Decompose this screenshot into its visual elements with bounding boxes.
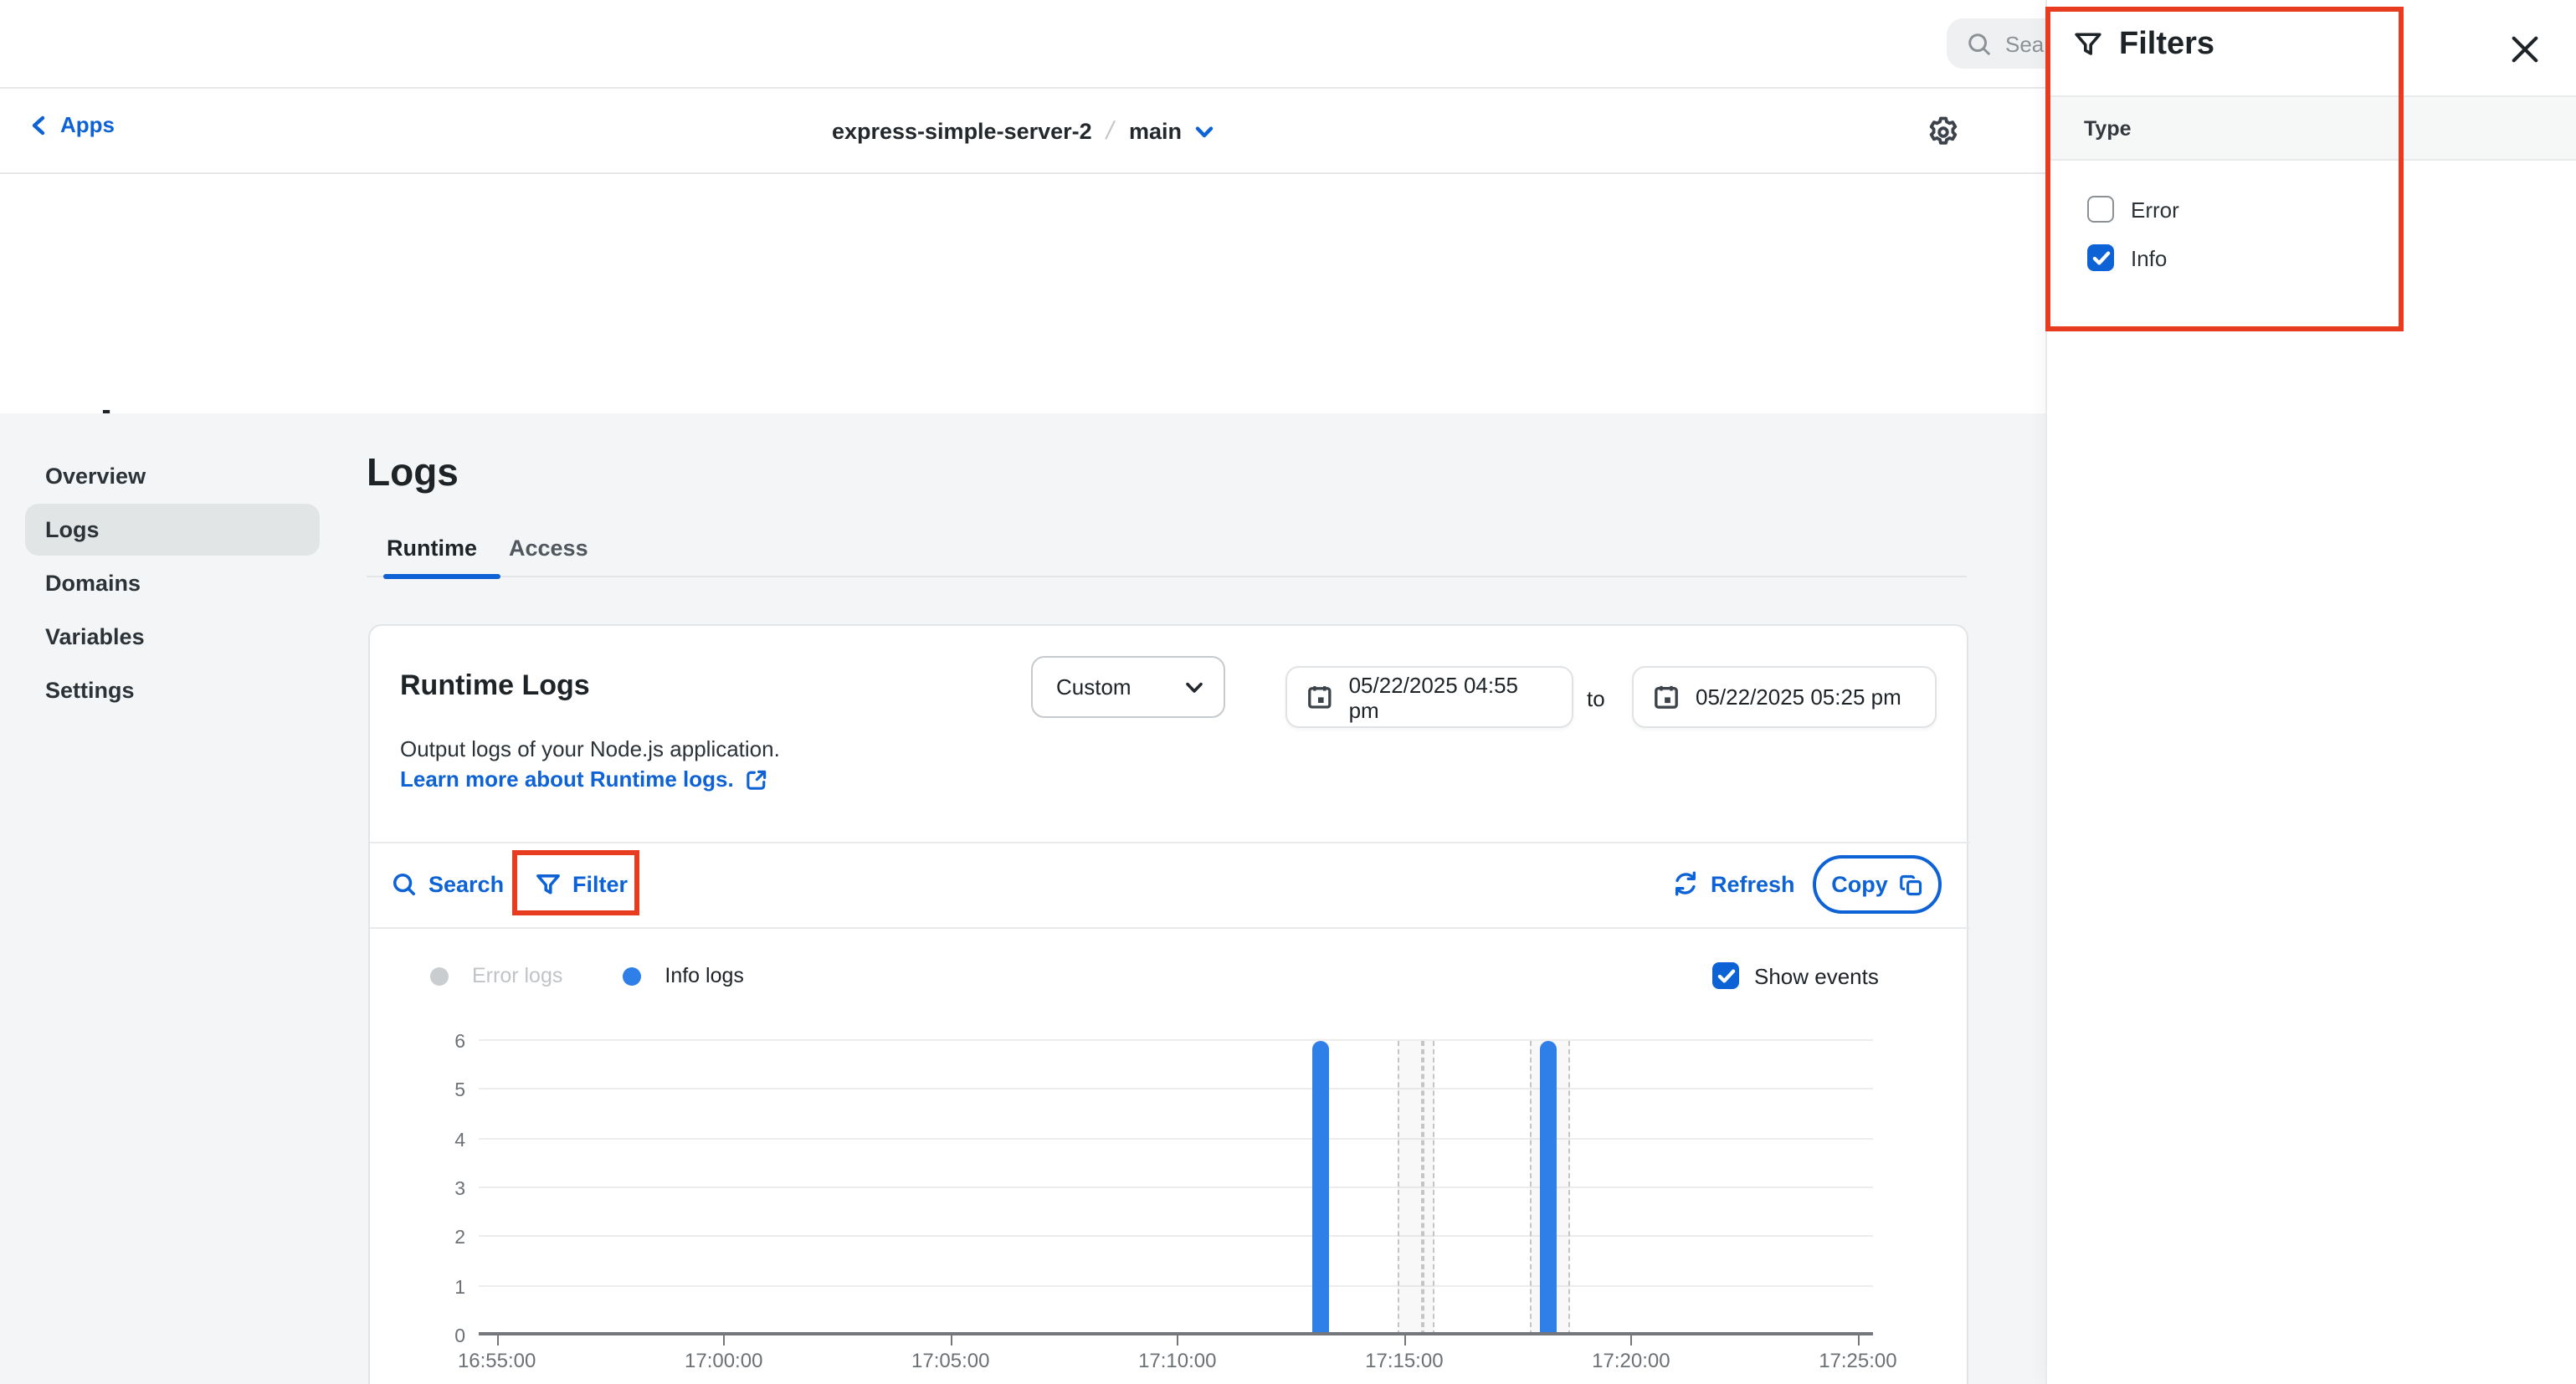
x-axis-line xyxy=(479,1332,1873,1335)
learn-more-link[interactable]: Learn more about Runtime logs. xyxy=(400,766,769,792)
card-title: Runtime Logs xyxy=(400,669,590,703)
refresh-icon xyxy=(1672,870,1699,897)
x-axis-tick xyxy=(724,1335,726,1346)
x-axis-label: 17:05:00 xyxy=(911,1349,989,1372)
check-icon xyxy=(1716,968,1735,983)
external-link-icon xyxy=(746,767,769,791)
date-range-to-label: to xyxy=(1587,686,1605,711)
x-axis-label: 17:15:00 xyxy=(1365,1349,1443,1372)
date-to-input[interactable]: 05/22/2025 05:25 pm xyxy=(1632,666,1937,728)
info-checkbox[interactable] xyxy=(2087,244,2114,271)
x-axis-tick xyxy=(497,1335,499,1346)
close-icon xyxy=(2509,33,2541,64)
x-axis-tick xyxy=(1178,1335,1179,1346)
chevron-down-icon xyxy=(1185,680,1203,694)
chevron-down-icon xyxy=(1195,125,1214,138)
event-window xyxy=(1423,1041,1434,1335)
error-checkbox[interactable] xyxy=(2087,196,2114,223)
sidebar-item-domains[interactable]: Domains xyxy=(25,557,320,609)
error-logs-legend-label[interactable]: Error logs xyxy=(472,964,562,987)
y-axis-label: 6 xyxy=(435,1033,465,1053)
tab-access[interactable]: Access xyxy=(509,519,588,576)
filter-funnel-icon xyxy=(536,873,561,896)
info-logs-legend-label[interactable]: Info logs xyxy=(665,964,744,987)
y-axis-label: 0 xyxy=(435,1327,465,1347)
y-axis-label: 1 xyxy=(435,1278,465,1298)
card-divider xyxy=(370,927,1970,929)
x-axis-label: 17:25:00 xyxy=(1819,1349,1896,1372)
copy-icon xyxy=(1900,873,1923,896)
y-gridline xyxy=(479,1137,1873,1139)
page-title: Logs xyxy=(367,450,459,495)
y-axis-label: 4 xyxy=(435,1130,465,1151)
breadcrumb: express-simple-server-2 / main xyxy=(0,89,2045,174)
event-window xyxy=(1398,1041,1423,1335)
chart-plot-area: 012345616:55:0017:00:0017:05:0017:10:001… xyxy=(479,1041,1873,1335)
y-gridline xyxy=(479,1039,1873,1041)
filter-option-info[interactable]: Info xyxy=(2087,244,2167,271)
environment-selector[interactable]: main xyxy=(1129,119,1214,144)
log-count-bar xyxy=(1312,1041,1329,1335)
refresh-button[interactable]: Refresh xyxy=(1672,870,1795,897)
search-icon xyxy=(392,872,417,897)
filter-option-error[interactable]: Error xyxy=(2087,196,2179,223)
copy-logs-button[interactable]: Copy xyxy=(1813,855,1942,914)
log-count-bar xyxy=(1540,1041,1557,1335)
card-subtitle: Output logs of your Node.js application. xyxy=(400,736,780,761)
card-divider xyxy=(370,842,1970,843)
filter-section-type: Type xyxy=(2047,95,2576,161)
app-window: Sea Apps express-simple-server-2 / main … xyxy=(0,0,2576,1384)
x-axis-label: 17:10:00 xyxy=(1138,1349,1216,1372)
runtime-logs-card: Runtime Logs Output logs of your Node.js… xyxy=(368,624,1968,1384)
y-gridline xyxy=(479,1187,1873,1188)
show-events-toggle[interactable]: Show events xyxy=(1712,962,1879,989)
close-filters-button[interactable] xyxy=(2509,32,2543,65)
date-range-preset-select[interactable]: Custom xyxy=(1031,656,1225,718)
x-axis-label: 16:55:00 xyxy=(458,1349,536,1372)
date-from-input[interactable]: 05/22/2025 04:55 pm xyxy=(1285,666,1573,728)
x-axis-tick xyxy=(1404,1335,1406,1346)
check-icon xyxy=(2091,250,2110,265)
y-axis-label: 3 xyxy=(435,1180,465,1200)
x-axis-tick xyxy=(951,1335,952,1346)
show-events-checkbox[interactable] xyxy=(1712,962,1739,989)
tab-runtime[interactable]: Runtime xyxy=(387,519,477,576)
runtime-logs-chart: 012345616:55:0017:00:0017:05:0017:10:001… xyxy=(479,1041,1873,1335)
x-axis-label: 17:00:00 xyxy=(685,1349,762,1372)
breadcrumb-separator: / xyxy=(1104,117,1117,146)
y-axis-label: 5 xyxy=(435,1082,465,1102)
sidebar-nav: Overview Logs Domains Variables Settings xyxy=(25,450,320,718)
x-axis-tick xyxy=(1631,1335,1633,1346)
sidebar-item-variables[interactable]: Variables xyxy=(25,611,320,663)
sidebar-item-settings[interactable]: Settings xyxy=(25,664,320,716)
calendar-icon xyxy=(1654,684,1679,710)
calendar-icon xyxy=(1307,684,1332,710)
error-logs-legend-dot[interactable] xyxy=(430,966,449,985)
log-search-button[interactable]: Search xyxy=(392,872,504,897)
x-axis-label: 17:20:00 xyxy=(1592,1349,1670,1372)
logs-tabs: Runtime Access xyxy=(367,519,1967,577)
sidebar-item-logs[interactable]: Logs xyxy=(25,504,320,556)
active-tab-underline xyxy=(383,574,500,579)
info-logs-legend-dot[interactable] xyxy=(623,966,641,985)
log-filter-button[interactable]: Filter xyxy=(536,872,628,897)
filters-panel: Filters Type Error Info xyxy=(2045,0,2576,1384)
filter-funnel-icon xyxy=(2074,32,2102,59)
x-axis-tick xyxy=(1858,1335,1860,1346)
search-placeholder: Sea xyxy=(2005,31,2044,56)
y-axis-label: 2 xyxy=(435,1229,465,1249)
y-gridline xyxy=(479,1284,1873,1286)
breadcrumb-app-name[interactable]: express-simple-server-2 xyxy=(832,119,1092,144)
filters-panel-header: Filters xyxy=(2047,0,2576,95)
chart-legend: Error logs Info logs xyxy=(430,964,781,987)
filters-panel-title: Filters xyxy=(2119,27,2214,64)
settings-gear-button[interactable] xyxy=(1925,112,1965,152)
gear-icon xyxy=(1925,114,1962,151)
y-gridline xyxy=(479,1236,1873,1238)
sidebar-item-overview[interactable]: Overview xyxy=(25,450,320,502)
y-gridline xyxy=(479,1089,1873,1090)
search-icon xyxy=(1967,31,1992,56)
